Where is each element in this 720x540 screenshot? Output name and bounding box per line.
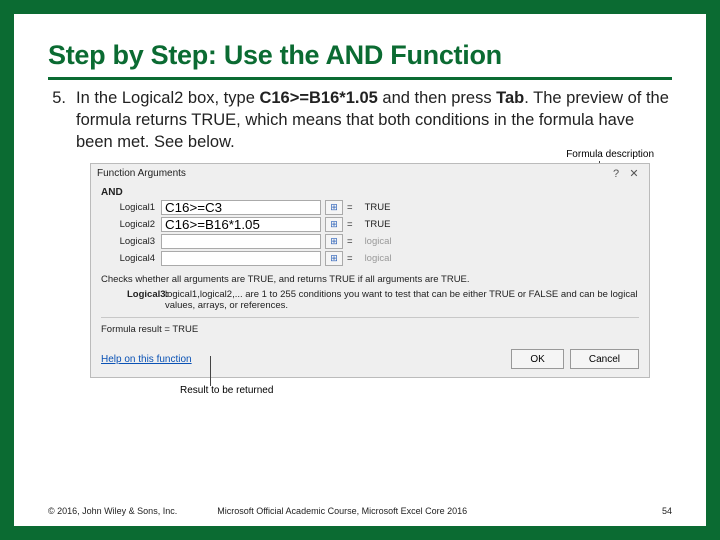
- callout-label: Formula description: [566, 149, 654, 160]
- equals-sign: =: [347, 202, 353, 213]
- step-body: In the Logical2 box, type C16>=B16*1.05 …: [76, 88, 672, 153]
- arg-result: logical: [365, 236, 392, 247]
- function-description: Checks whether all arguments are TRUE, a…: [101, 274, 639, 285]
- arg-label: Logical2: [101, 219, 161, 230]
- arg-row: Logical3 ⊞ = logical: [101, 234, 639, 249]
- step-key: Tab: [496, 89, 524, 107]
- help-button[interactable]: ?: [607, 168, 625, 180]
- arg-label: Logical4: [101, 253, 161, 264]
- range-picker-icon[interactable]: ⊞: [325, 200, 343, 215]
- dialog-title: Function Arguments: [97, 168, 607, 179]
- arg-row: Logical1 ⊞ = TRUE: [101, 200, 639, 215]
- slide-footer: © 2016, John Wiley & Sons, Inc. Microsof…: [48, 506, 672, 516]
- leader-line: [210, 356, 211, 386]
- callout-formula-desc: Formula description: [566, 149, 654, 160]
- close-button[interactable]: ✕: [625, 167, 643, 180]
- callout-label: Result to be returned: [180, 385, 273, 396]
- arg-label: Logical3: [101, 236, 161, 247]
- equals-sign: =: [347, 236, 353, 247]
- slide: Step by Step: Use the AND Function 5. In…: [0, 0, 720, 540]
- step-text-mid: and then press: [378, 89, 496, 107]
- argument-description: Logical3: logical1,logical2,... are 1 to…: [101, 289, 639, 311]
- arg-result: TRUE: [365, 202, 391, 213]
- result-value: TRUE: [172, 324, 198, 335]
- course-name: Microsoft Official Academic Course, Micr…: [217, 506, 662, 516]
- arg-desc-text: logical1,logical2,... are 1 to 255 condi…: [165, 289, 639, 311]
- arg-input-logical1[interactable]: [161, 200, 321, 215]
- dialog-header: Function Arguments ? ✕: [91, 164, 649, 183]
- divider: [48, 77, 672, 80]
- arg-input-logical2[interactable]: [161, 217, 321, 232]
- dialog-footer: Help on this function OK Cancel: [91, 343, 649, 377]
- page-number: 54: [662, 506, 672, 516]
- arg-input-logical3[interactable]: [161, 234, 321, 249]
- slide-title: Step by Step: Use the AND Function: [48, 40, 672, 71]
- arg-label: Logical1: [101, 202, 161, 213]
- callout-result-returned: Result to be returned: [180, 385, 273, 396]
- equals-sign: =: [347, 253, 353, 264]
- function-name: AND: [101, 187, 639, 198]
- step-5: 5. In the Logical2 box, type C16>=B16*1.…: [48, 88, 672, 153]
- step-text-pre: In the Logical2 box, type: [76, 89, 259, 107]
- dialog-body: AND Logical1 ⊞ = TRUE Logical2 ⊞ = TRUE …: [91, 183, 649, 343]
- range-picker-icon[interactable]: ⊞: [325, 234, 343, 249]
- range-picker-icon[interactable]: ⊞: [325, 251, 343, 266]
- step-code: C16>=B16*1.05: [259, 89, 377, 107]
- range-picker-icon[interactable]: ⊞: [325, 217, 343, 232]
- help-link[interactable]: Help on this function: [101, 354, 192, 365]
- cancel-button[interactable]: Cancel: [570, 349, 639, 369]
- function-arguments-dialog: Function Arguments ? ✕ AND Logical1 ⊞ = …: [90, 163, 650, 378]
- arg-input-logical4[interactable]: [161, 251, 321, 266]
- arg-desc-key: Logical3:: [101, 289, 165, 311]
- arg-row: Logical2 ⊞ = TRUE: [101, 217, 639, 232]
- equals-sign: =: [347, 219, 353, 230]
- arg-result: logical: [365, 253, 392, 264]
- copyright: © 2016, John Wiley & Sons, Inc.: [48, 506, 177, 516]
- result-label: Formula result =: [101, 324, 170, 335]
- formula-result: Formula result = TRUE: [101, 317, 639, 335]
- ok-button[interactable]: OK: [511, 349, 563, 369]
- dialog-figure: Formula description Function Arguments ?…: [90, 163, 650, 378]
- arg-row: Logical4 ⊞ = logical: [101, 251, 639, 266]
- step-number: 5.: [48, 88, 76, 153]
- arg-result: TRUE: [365, 219, 391, 230]
